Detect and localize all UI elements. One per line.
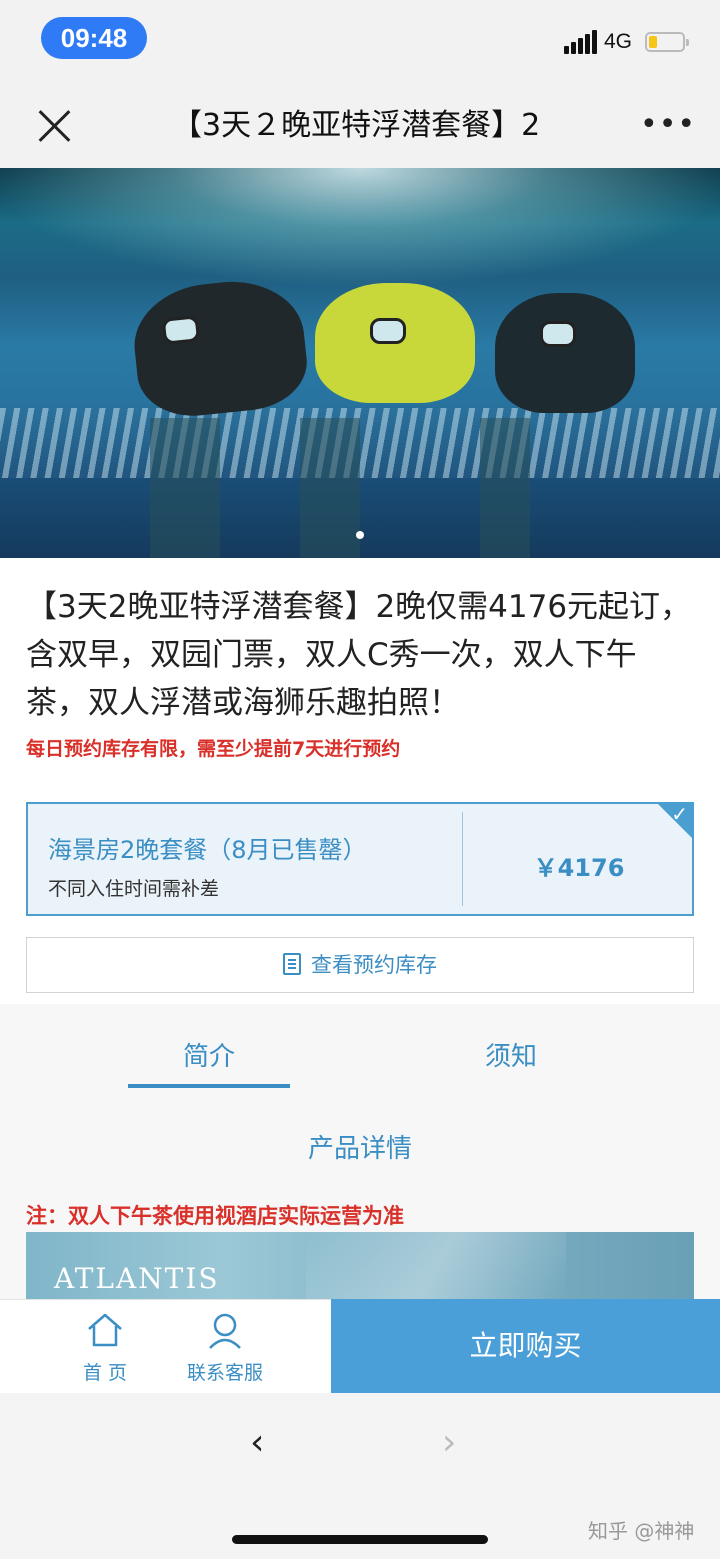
package-option[interactable]: 海景房2晚套餐（8月已售罄） 不同入住时间需补差 ￥4176 ✓ (26, 802, 694, 916)
customer-service-icon (209, 1313, 241, 1349)
contact-service-button[interactable]: 联系客服 (172, 1300, 278, 1394)
document-icon (283, 953, 301, 975)
hero-image[interactable] (0, 168, 720, 558)
battery-icon (645, 32, 689, 52)
more-options-icon[interactable]: ••• (640, 110, 695, 140)
atlantis-logo: ATLANTIS (54, 1262, 220, 1295)
buy-now-button[interactable]: 立即购买 (331, 1299, 720, 1393)
forward-arrow-icon[interactable]: › (442, 1423, 472, 1463)
package-subtitle: 不同入住时间需补差 (48, 878, 220, 900)
tab-notes[interactable]: 须知 (430, 1036, 592, 1073)
package-divider (462, 812, 463, 906)
package-name: 海景房2晚套餐（8月已售罄） (48, 836, 367, 864)
close-icon[interactable] (36, 108, 72, 144)
status-bar: 09:48 4G (0, 0, 720, 84)
home-button[interactable]: 首 页 (55, 1300, 155, 1394)
service-label: 联系客服 (186, 1362, 263, 1384)
network-type: 4G (604, 30, 633, 53)
view-stock-label: 查看预约库存 (311, 953, 437, 977)
home-icon (88, 1313, 122, 1347)
page-title: 【3天２晚亚特浮潜套餐】2 (172, 108, 541, 143)
checkmark-icon: ✓ (671, 802, 688, 826)
signal-icon (564, 30, 600, 54)
back-arrow-icon[interactable]: ‹ (250, 1423, 280, 1463)
status-time: 09:48 (41, 17, 147, 59)
nav-bar: 【3天２晚亚特浮潜套餐】2 ••• (0, 84, 720, 168)
carousel-indicator[interactable] (356, 531, 364, 539)
atlantis-image: ATLANTIS (26, 1232, 694, 1299)
home-label: 首 页 (82, 1362, 128, 1384)
detail-heading: 产品详情 (307, 1134, 412, 1164)
view-stock-button[interactable]: 查看预约库存 (26, 937, 694, 993)
active-tab-underline (128, 1084, 290, 1088)
tab-intro[interactable]: 简介 (128, 1036, 290, 1073)
home-indicator[interactable] (232, 1535, 488, 1544)
product-title: 【3天2晚亚特浮潜套餐】2晚仅需4176元起订，含双早，双园门票，双人C秀一次，… (26, 589, 692, 721)
package-price: ￥4176 (533, 854, 625, 882)
booking-notice: 每日预约库存有限，需至少提前7天进行预约 (26, 738, 401, 760)
watermark: 知乎 @神神 (588, 1519, 695, 1543)
detail-note: 注：双人下午茶使用视酒店实际运营为准 (26, 1204, 404, 1228)
